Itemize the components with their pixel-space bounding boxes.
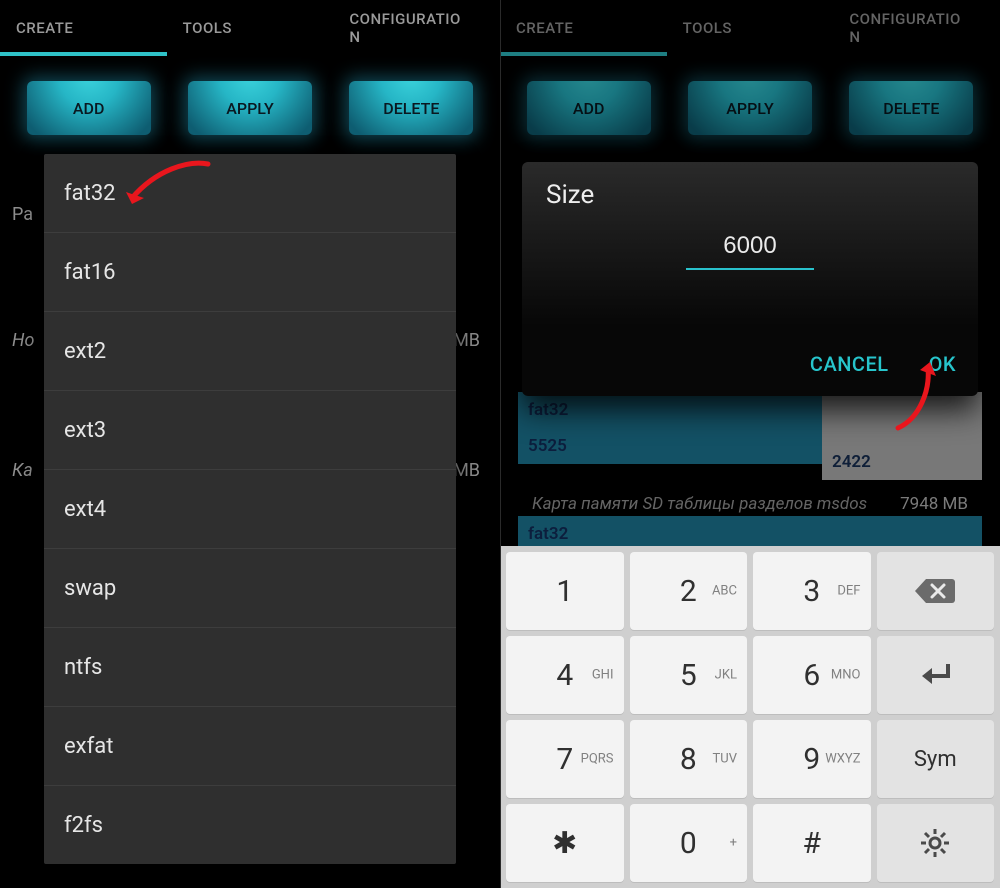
peek-kap: Ка xyxy=(12,460,33,481)
key-letters: MNO xyxy=(831,668,861,683)
key-0[interactable]: 0+ xyxy=(630,804,748,882)
key-1[interactable]: 1 xyxy=(506,552,624,630)
key-2[interactable]: 2 ABC xyxy=(630,552,748,630)
fs-option-label: ext2 xyxy=(64,339,106,364)
screenshot-pair: CREATE TOOLS CONFIGURATIO N ADD APPLY DE… xyxy=(0,0,1000,888)
fs-option-swap[interactable]: swap xyxy=(44,549,456,628)
key-sym[interactable]: Sym xyxy=(877,720,995,798)
dialog-title: Size xyxy=(546,180,954,210)
key-digit: 3 xyxy=(803,574,820,609)
divider xyxy=(500,0,501,888)
key-digit: 9 xyxy=(803,742,820,777)
fs-option-ext2[interactable]: ext2 xyxy=(44,312,456,391)
fs-option-label: ntfs xyxy=(64,655,102,680)
key-letters: PQRS xyxy=(581,752,614,767)
key-backspace[interactable] xyxy=(877,552,995,630)
key-digit: # xyxy=(803,826,821,861)
key-letters: GHI xyxy=(592,668,614,683)
key-letters: TUV xyxy=(713,752,737,767)
filesystem-dropdown: fat32 fat16 ext2 ext3 ext4 swap ntfs exf… xyxy=(44,154,456,864)
phone-right: CREATE TOOLS CONFIGURATIO N ADD APPLY DE… xyxy=(500,0,1000,888)
cancel-button[interactable]: CANCEL xyxy=(810,352,889,376)
fs-option-label: fat16 xyxy=(64,260,116,285)
add-button[interactable]: ADD xyxy=(27,81,151,135)
key-enter[interactable] xyxy=(877,636,995,714)
tab-tools-label: TOOLS xyxy=(183,19,232,37)
key-digit: 4 xyxy=(556,658,573,693)
peek-hov: Ho xyxy=(12,330,34,351)
key-letters: + xyxy=(730,836,737,851)
size-input[interactable] xyxy=(686,228,814,270)
tab-create-label: CREATE xyxy=(16,19,73,37)
fs-option-ext4[interactable]: ext4 xyxy=(44,470,456,549)
tab-config-label: CONFIGURATIO N xyxy=(349,10,461,46)
key-letters: JKL xyxy=(715,668,737,683)
apply-label: APPLY xyxy=(226,99,273,118)
key-4[interactable]: 4 GHI xyxy=(506,636,624,714)
tab-tools[interactable]: TOOLS xyxy=(167,0,334,56)
fs-option-fat16[interactable]: fat16 xyxy=(44,233,456,312)
fs-option-label: exfat xyxy=(64,734,113,759)
action-bar: ADD APPLY DELETE xyxy=(0,57,500,149)
fs-option-label: ext4 xyxy=(64,497,106,522)
key-letters: ABC xyxy=(712,584,737,599)
peek-mb2: MB xyxy=(453,460,480,481)
key-digit: 0 xyxy=(680,826,697,861)
key-letters: WXYZ xyxy=(825,752,860,767)
fs-option-ntfs[interactable]: ntfs xyxy=(44,628,456,707)
key-digit: 8 xyxy=(680,742,697,777)
tab-bar: CREATE TOOLS CONFIGURATIO N xyxy=(0,0,500,57)
key-label: Sym xyxy=(914,747,957,772)
fs-option-label: fat32 xyxy=(64,181,116,206)
tab-create[interactable]: CREATE xyxy=(0,0,167,56)
backspace-icon xyxy=(914,577,956,605)
add-label: ADD xyxy=(73,99,105,118)
key-9[interactable]: 9 WXYZ xyxy=(753,720,871,798)
tab-configuration[interactable]: CONFIGURATIO N xyxy=(333,0,500,56)
fs-option-fat32[interactable]: fat32 xyxy=(44,154,456,233)
peek-text: Pa xyxy=(12,204,33,225)
fs-option-label: f2fs xyxy=(64,813,103,838)
delete-button[interactable]: DELETE xyxy=(349,81,473,135)
size-dialog: Size CANCEL OK xyxy=(522,162,978,396)
apply-button[interactable]: APPLY xyxy=(188,81,312,135)
phone-left: CREATE TOOLS CONFIGURATIO N ADD APPLY DE… xyxy=(0,0,500,888)
ok-button[interactable]: OK xyxy=(929,352,956,376)
key-3[interactable]: 3 DEF xyxy=(753,552,871,630)
fs-option-exfat[interactable]: exfat xyxy=(44,707,456,786)
key-7[interactable]: 7 PQRS xyxy=(506,720,624,798)
key-star[interactable]: ✱ xyxy=(506,804,624,882)
key-settings[interactable] xyxy=(877,804,995,882)
peek-mb: MB xyxy=(453,330,480,351)
key-digit: 5 xyxy=(680,658,697,693)
key-digit: ✱ xyxy=(552,826,577,861)
key-digit: 6 xyxy=(803,658,820,693)
delete-label: DELETE xyxy=(383,99,439,118)
key-digit: 1 xyxy=(556,574,573,609)
key-5[interactable]: 5 JKL xyxy=(630,636,748,714)
fs-option-label: swap xyxy=(64,576,116,601)
key-digit: 2 xyxy=(680,574,697,609)
fs-option-ext3[interactable]: ext3 xyxy=(44,391,456,470)
enter-icon xyxy=(918,662,952,688)
fs-option-label: ext3 xyxy=(64,418,106,443)
gear-icon xyxy=(920,828,950,858)
key-digit: 7 xyxy=(556,742,573,777)
key-hash[interactable]: # xyxy=(753,804,871,882)
numeric-keypad: 1 2 ABC 3 DEF 4 GHI 5 JKL 6 MNO 7 PQRS 8 TUV 9W… xyxy=(500,546,1000,888)
key-letters: DEF xyxy=(837,584,860,599)
key-8[interactable]: 8 TUV xyxy=(630,720,748,798)
key-6[interactable]: 6 MNO xyxy=(753,636,871,714)
fs-option-f2fs[interactable]: f2fs xyxy=(44,786,456,864)
